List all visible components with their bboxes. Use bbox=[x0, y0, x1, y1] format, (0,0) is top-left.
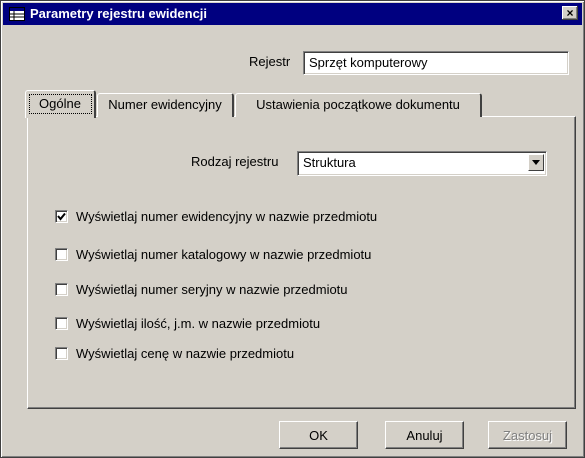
focus-rect bbox=[29, 94, 92, 114]
tab-numer-ewidencyjny[interactable]: Numer ewidencyjny bbox=[97, 93, 234, 117]
rodzaj-value: Struktura bbox=[303, 155, 356, 170]
rejestr-label: Rejestr bbox=[249, 54, 291, 69]
dialog-window: Parametry rejestru ewidencji × Rejestr S… bbox=[0, 0, 585, 458]
rodzaj-label: Rodzaj rejestru bbox=[191, 154, 279, 169]
dropdown-button[interactable] bbox=[528, 154, 544, 171]
apply-button[interactable]: Zastosuj bbox=[488, 421, 567, 449]
tab-ustawienia[interactable]: Ustawienia początkowe dokumentu bbox=[235, 93, 482, 117]
ok-button-label: OK bbox=[309, 428, 328, 443]
cancel-button[interactable]: Anuluj bbox=[385, 421, 464, 449]
ok-button[interactable]: OK bbox=[279, 421, 358, 449]
rodzaj-select[interactable]: Struktura bbox=[297, 151, 547, 176]
close-icon: × bbox=[566, 6, 574, 20]
check-icon bbox=[57, 212, 66, 221]
checkbox-cena-label[interactable]: Wyświetlaj cenę w nazwie przedmiotu bbox=[76, 346, 294, 361]
checkbox-numer-katalogowy[interactable] bbox=[55, 248, 68, 261]
checkbox-numer-seryjny[interactable] bbox=[55, 283, 68, 296]
checkbox-numer-ewidencyjny[interactable] bbox=[55, 210, 68, 223]
tab-numer-ewidencyjny-label: Numer ewidencyjny bbox=[108, 97, 222, 112]
tab-ogolne[interactable]: Ogólne bbox=[25, 90, 96, 118]
checkbox-ilosc-jm[interactable] bbox=[55, 317, 68, 330]
window-title: Parametry rejestru ewidencji bbox=[30, 6, 208, 21]
chevron-down-icon bbox=[532, 160, 540, 165]
rejestr-field[interactable]: Sprzęt komputerowy bbox=[303, 51, 569, 75]
checkbox-numer-seryjny-label[interactable]: Wyświetlaj numer seryjny w nazwie przedm… bbox=[76, 282, 348, 297]
cancel-button-label: Anuluj bbox=[406, 428, 443, 443]
tab-ustawienia-label: Ustawienia początkowe dokumentu bbox=[256, 97, 460, 112]
checkbox-numer-ewidencyjny-label[interactable]: Wyświetlaj numer ewidencyjny w nazwie pr… bbox=[76, 209, 377, 224]
checkbox-ilosc-jm-label[interactable]: Wyświetlaj ilość, j.m. w nazwie przedmio… bbox=[76, 316, 320, 331]
apply-button-label: Zastosuj bbox=[502, 428, 553, 443]
checkbox-cena[interactable] bbox=[55, 347, 68, 360]
checkbox-numer-katalogowy-label[interactable]: Wyświetlaj numer katalogowy w nazwie prz… bbox=[76, 247, 371, 262]
rejestr-value: Sprzęt komputerowy bbox=[309, 55, 428, 70]
table-icon bbox=[9, 7, 25, 21]
close-button[interactable]: × bbox=[562, 6, 578, 20]
title-bar[interactable]: Parametry rejestru ewidencji × bbox=[3, 3, 582, 25]
